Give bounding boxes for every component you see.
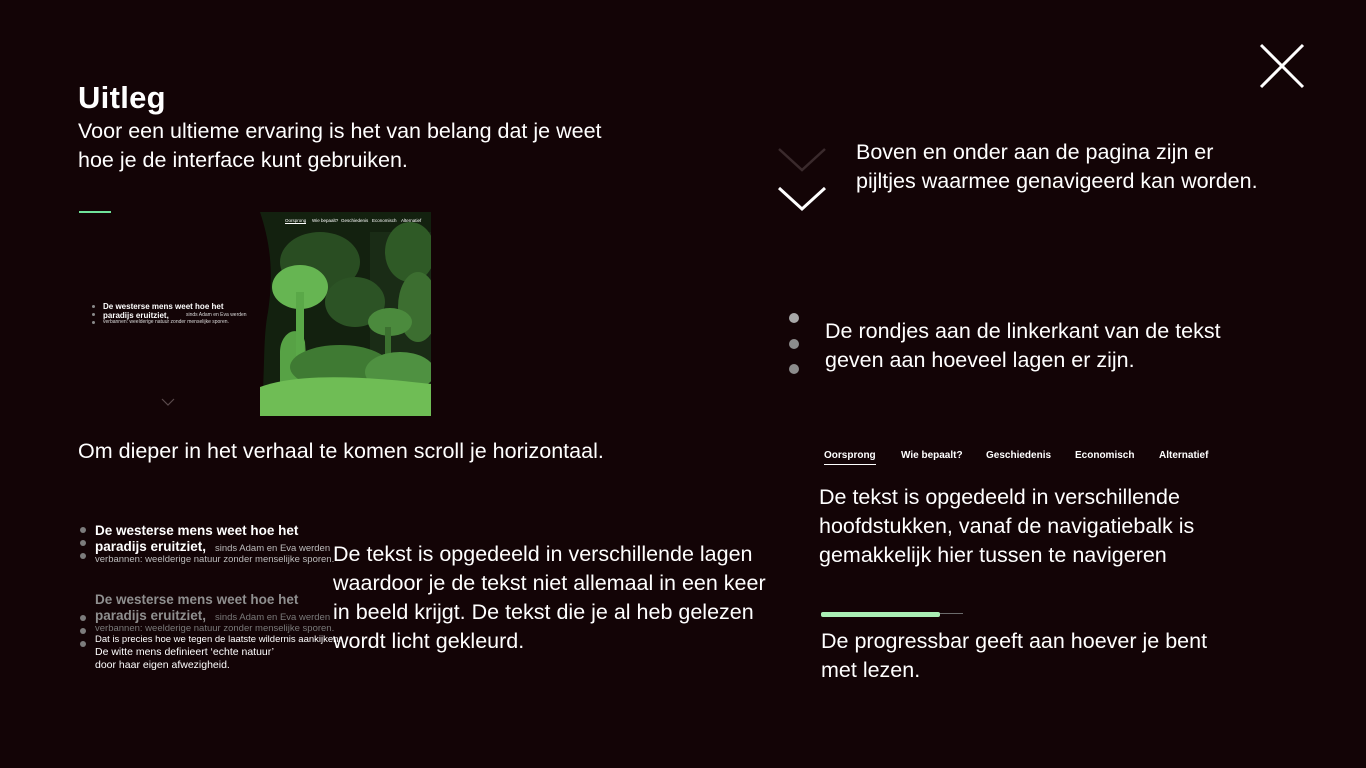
nav-item-economisch[interactable]: Economisch xyxy=(1075,450,1134,464)
close-button[interactable] xyxy=(1258,42,1306,90)
nav-item-wie-bepaalt[interactable]: Wie bepaalt? xyxy=(901,450,963,464)
demo-accent-line xyxy=(79,211,111,213)
nav-item-oorsprong[interactable]: Oorsprong xyxy=(824,450,876,465)
layer-dot xyxy=(789,339,799,349)
page-title: Uitleg xyxy=(78,80,166,115)
chevron-up-icon xyxy=(778,148,826,172)
layer-heading-read: paradijs eruitziet, xyxy=(95,608,207,623)
layer-dot xyxy=(80,641,86,647)
layer-dot xyxy=(80,540,86,546)
nav-item-alternatief[interactable]: Alternatief xyxy=(1159,450,1208,464)
nav-item-geschiedenis[interactable]: Geschiedenis xyxy=(986,450,1051,464)
layer-heading: paradijs eruitziet, xyxy=(95,539,207,554)
scroll-caption: Om dieper in het verhaal te komen scroll… xyxy=(78,439,604,463)
forest-illustration: Oorsprong Wie bepaalt? Geschiedenis Econ… xyxy=(260,212,431,416)
layer-dot xyxy=(80,553,86,559)
layers-caption: De tekst is opgedeeld in verschillende l… xyxy=(333,542,766,653)
navigation-bar-preview: Oorsprong Wie bepaalt? Geschiedenis Econ… xyxy=(824,450,1224,470)
mini-dot xyxy=(92,313,95,316)
layer-dot xyxy=(80,615,86,621)
layer-small: verbannen: weelderige natuur zonder mens… xyxy=(95,554,335,565)
layered-text-preview: De westerse mens weet hoe het paradijs e… xyxy=(78,522,341,682)
mini-small: verbannen: weelderige natuur zonder mens… xyxy=(103,319,229,325)
layer-heading-read: De westerse mens weet hoe het xyxy=(95,592,299,607)
progress-bar xyxy=(821,612,963,618)
layer-line: De witte mens definieert ‘echte natuur’ xyxy=(95,646,274,658)
chevron-down-icon xyxy=(777,186,827,212)
forest-nav-item: Geschiedenis xyxy=(341,218,369,223)
layer-dot xyxy=(80,527,86,533)
mini-heading: De westerse mens weet hoe het xyxy=(103,302,224,311)
layer-line: Dat is precies hoe we tegen de laatste w… xyxy=(95,634,342,645)
navigation-arrows xyxy=(777,148,827,212)
forest-nav-item: Alternatief xyxy=(401,218,422,223)
progress-fill xyxy=(821,612,941,617)
forest-nav-item: Wie bepaalt? xyxy=(312,218,339,223)
mini-small: sinds Adam en Eva werden xyxy=(186,312,247,318)
dots-caption: De rondjes aan de linkerkant van de teks… xyxy=(825,319,1221,372)
forest-nav-item: Economisch xyxy=(372,218,397,223)
mini-dot xyxy=(92,321,95,324)
forest-graphic xyxy=(260,212,431,416)
layer-dots xyxy=(789,313,799,377)
forest-nav-item: Oorsprong xyxy=(285,218,307,224)
layer-line: door haar eigen afwezigheid. xyxy=(95,659,230,671)
intro-text: Voor een ultieme ervaring is het van bel… xyxy=(78,119,602,172)
layer-heading: De westerse mens weet hoe het xyxy=(95,523,299,538)
progress-caption: De progressbar geeft aan hoever je bent … xyxy=(821,629,1208,682)
arrows-caption: Boven en onder aan de pagina zijn er pij… xyxy=(856,140,1258,193)
mini-dot xyxy=(92,305,95,308)
layer-dot xyxy=(789,364,799,374)
close-icon xyxy=(1259,43,1305,89)
chevron-down-icon xyxy=(161,398,175,406)
layer-dot-active xyxy=(789,313,799,323)
nav-caption: De tekst is opgedeeld in verschillende h… xyxy=(819,485,1195,567)
layer-dot xyxy=(80,628,86,634)
